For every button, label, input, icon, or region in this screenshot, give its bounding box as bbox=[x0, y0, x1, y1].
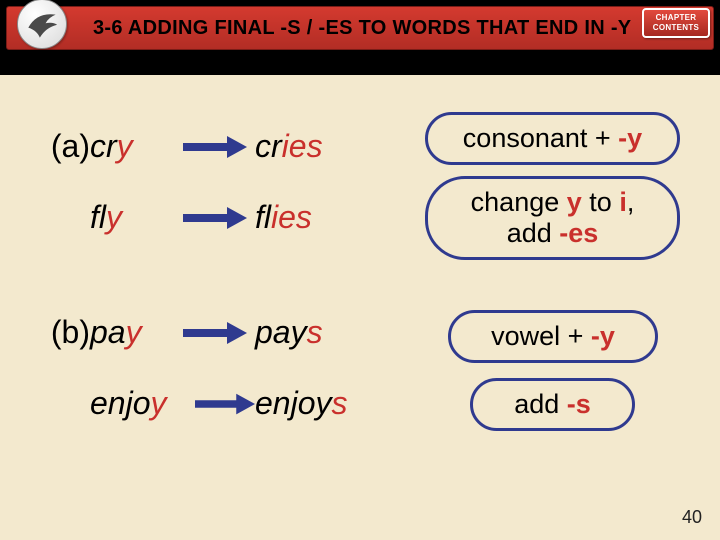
result-cries-base: cr bbox=[255, 128, 282, 164]
page-number: 40 bbox=[682, 507, 702, 528]
word-enjoy-y: y bbox=[151, 385, 167, 421]
word-cry-y: y bbox=[117, 128, 133, 164]
callout1-text: consonant + bbox=[463, 123, 618, 153]
result-pays-s: s bbox=[307, 314, 323, 350]
c2-y: y bbox=[567, 187, 582, 217]
callout1-y: -y bbox=[618, 123, 642, 153]
chapter-btn-line2: CONTENTS bbox=[653, 23, 699, 33]
bird-logo-icon bbox=[17, 0, 67, 49]
label-a: (a) bbox=[0, 128, 90, 165]
result-flies-base: fl bbox=[255, 199, 271, 235]
word-pay-base: pa bbox=[90, 314, 126, 350]
label-b: (b) bbox=[0, 314, 90, 351]
result-flies-es: es bbox=[278, 199, 312, 235]
word-enjoy-base: enjo bbox=[90, 385, 151, 421]
callout-change-y-i: change y to i, add -es bbox=[425, 176, 680, 260]
c2-t2: to bbox=[582, 187, 620, 217]
word-cry-base: cr bbox=[90, 128, 117, 164]
word-fly-y: y bbox=[106, 199, 122, 235]
callout-consonant-y: consonant + -y bbox=[425, 112, 680, 165]
callout3-y: -y bbox=[591, 321, 615, 351]
word-pay-y: y bbox=[126, 314, 142, 350]
c2-t3: , bbox=[627, 187, 635, 217]
c2-es: -es bbox=[559, 218, 598, 248]
arrow-icon bbox=[183, 322, 247, 344]
result-pays-base: pay bbox=[255, 314, 307, 350]
header-red-strip: 3-6 ADDING FINAL -S / -ES TO WORDS THAT … bbox=[6, 6, 714, 50]
result-enjoys: enjoys bbox=[255, 385, 385, 422]
result-enjoys-base: enjoy bbox=[255, 385, 332, 421]
arrow-3 bbox=[175, 322, 255, 344]
result-flies: flies bbox=[255, 199, 385, 236]
word-enjoy: enjoy bbox=[90, 385, 195, 422]
arrow-2 bbox=[175, 207, 255, 229]
arrow-icon bbox=[183, 136, 247, 158]
c2-t1: change bbox=[471, 187, 567, 217]
word-fly: fly bbox=[90, 199, 175, 236]
callout-vowel-y: vowel + -y bbox=[448, 310, 658, 363]
arrow-1 bbox=[175, 136, 255, 158]
result-enjoys-s: s bbox=[332, 385, 348, 421]
word-cry: cry bbox=[90, 128, 175, 165]
c2-i: i bbox=[619, 187, 627, 217]
callout4-text: add bbox=[514, 389, 567, 419]
chapter-contents-button[interactable]: CHAPTER CONTENTS bbox=[642, 8, 710, 38]
result-cries-i: i bbox=[282, 128, 289, 164]
callout2-line1: change y to i, bbox=[446, 187, 659, 218]
arrow-icon bbox=[183, 207, 247, 229]
arrow-4 bbox=[195, 393, 255, 415]
header-bar: 3-6 ADDING FINAL -S / -ES TO WORDS THAT … bbox=[0, 0, 720, 75]
callout-add-s: add -s bbox=[470, 378, 635, 431]
word-fly-base: fl bbox=[90, 199, 106, 235]
callout3-text: vowel + bbox=[491, 321, 591, 351]
callout4-s: -s bbox=[567, 389, 591, 419]
word-pay: pay bbox=[90, 314, 175, 351]
result-cries-es: es bbox=[289, 128, 323, 164]
bird-icon bbox=[24, 6, 60, 42]
slide-title: 3-6 ADDING FINAL -S / -ES TO WORDS THAT … bbox=[93, 17, 631, 40]
result-cries: cries bbox=[255, 128, 385, 165]
chapter-btn-line1: CHAPTER bbox=[656, 13, 697, 23]
callout2-line2: add -es bbox=[446, 218, 659, 249]
arrow-icon bbox=[195, 393, 255, 415]
result-pays: pays bbox=[255, 314, 385, 351]
c2-t4: add bbox=[507, 218, 560, 248]
